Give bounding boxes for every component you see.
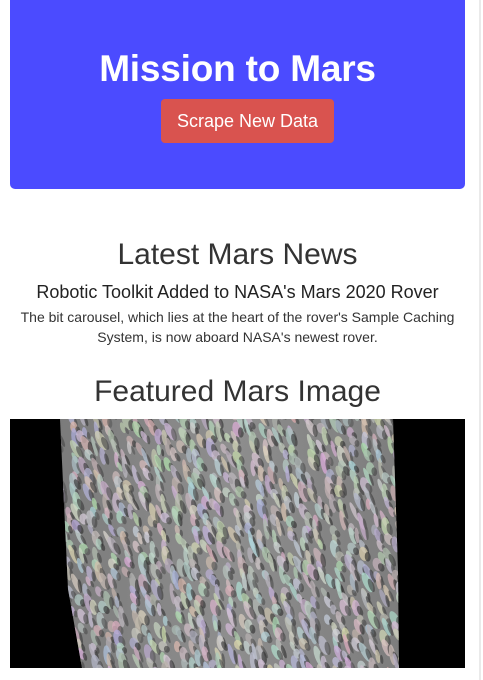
page: Mission to Mars Scrape New Data Latest M… xyxy=(0,0,483,680)
jumbotron-header: Mission to Mars Scrape New Data xyxy=(10,0,465,189)
scrape-new-data-button[interactable]: Scrape New Data xyxy=(161,99,334,143)
news-section-heading: Latest Mars News xyxy=(117,238,358,271)
page-title: Mission to Mars xyxy=(99,48,376,89)
featured-image-heading: Featured Mars Image xyxy=(94,375,381,408)
featured-mars-image xyxy=(10,419,465,668)
news-title: Robotic Toolkit Added to NASA's Mars 202… xyxy=(36,282,439,302)
mars-dune-image xyxy=(10,419,465,668)
scrollbar-track xyxy=(479,0,481,680)
news-teaser: The bit carousel, which lies at the hear… xyxy=(20,309,455,345)
